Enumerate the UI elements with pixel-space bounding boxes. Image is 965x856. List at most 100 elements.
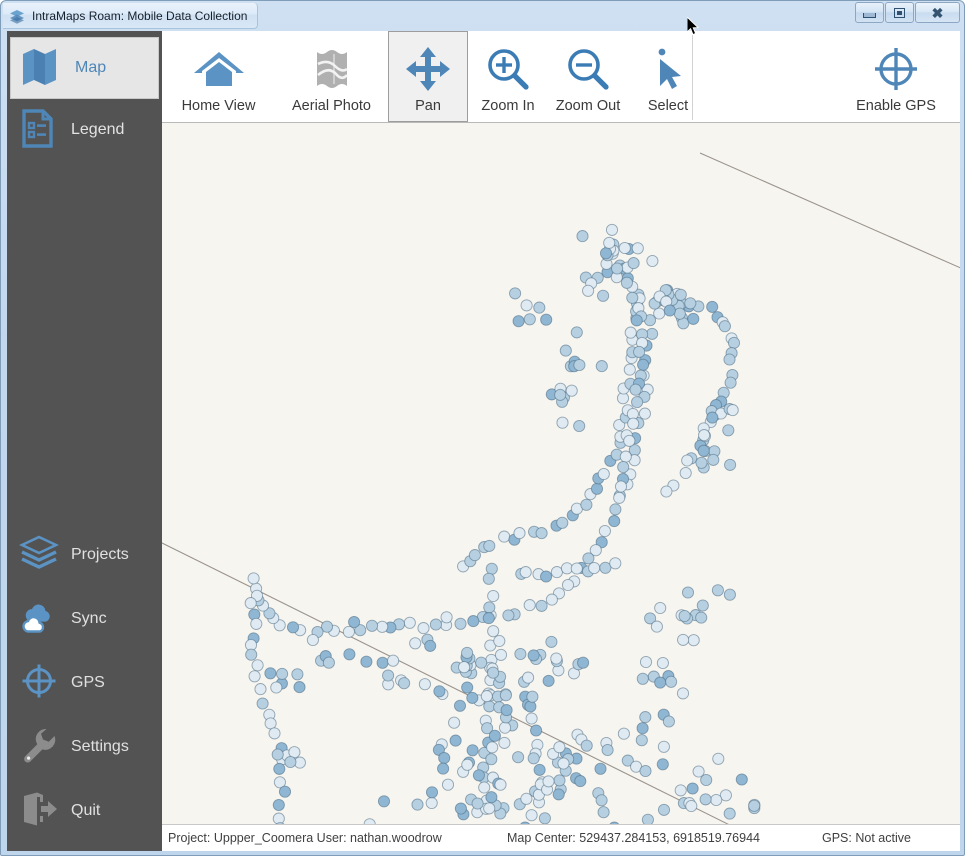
map-point (723, 353, 736, 366)
map-point (677, 633, 690, 646)
map-point (573, 419, 586, 433)
map-point (723, 807, 736, 820)
zoom-out-button[interactable]: Zoom Out (548, 31, 628, 122)
map-point (588, 561, 601, 575)
map-point (542, 674, 555, 687)
sidebar-item-gps[interactable]: GPS (7, 651, 162, 715)
map-point (735, 773, 748, 786)
map-point (614, 480, 628, 493)
home-view-button[interactable]: Home View (162, 31, 275, 122)
map-point (449, 734, 462, 747)
sidebar-item-quit[interactable]: Quit (7, 779, 162, 843)
map-point (377, 795, 391, 808)
map-point (629, 383, 642, 396)
map-point (711, 584, 724, 597)
map-point (519, 566, 532, 579)
map-point (619, 450, 632, 463)
map-point (535, 527, 548, 540)
toolbar-right-group: Enable GPS (840, 31, 952, 122)
map-render-surface (162, 123, 960, 851)
map-point (599, 247, 613, 260)
enable-gps-button[interactable]: Enable GPS (840, 31, 952, 122)
map-point (685, 799, 698, 813)
map-point (487, 589, 500, 603)
maximize-button[interactable] (885, 2, 914, 23)
sidebar-item-label: Sync (71, 610, 107, 627)
map-point (574, 775, 587, 788)
sidebar-item-legend[interactable]: Legend (7, 99, 162, 161)
map-point (597, 467, 610, 481)
map-point (684, 297, 697, 310)
map-point (244, 597, 257, 610)
map-point (433, 685, 446, 698)
aerial-photo-button[interactable]: Aerial Photo (275, 31, 388, 122)
map-point (687, 634, 700, 647)
map-point (268, 727, 281, 740)
map-point (590, 482, 604, 495)
map-point (723, 588, 736, 601)
zoom-in-button[interactable]: Zoom In (468, 31, 548, 122)
map-point (540, 570, 553, 583)
map-canvas[interactable] (162, 123, 960, 851)
map-point (471, 797, 484, 810)
map-point (376, 656, 389, 669)
maximize-icon (894, 7, 905, 18)
map-point (454, 617, 467, 630)
toolbar-item-label: Select (647, 98, 689, 114)
map-point (673, 307, 686, 320)
map-point (678, 609, 691, 623)
map-point (486, 741, 499, 754)
window-title: IntraMaps Roam: Mobile Data Collection (32, 8, 248, 23)
map-point (500, 704, 513, 717)
map-point (322, 656, 335, 669)
map-point (482, 572, 495, 585)
sidebar-item-map[interactable]: Map (10, 37, 159, 99)
map-point (498, 530, 511, 543)
pan-button[interactable]: Pan (388, 31, 468, 122)
map-point (284, 755, 297, 769)
sidebar-item-label: GPS (71, 674, 105, 691)
map-point (559, 344, 572, 357)
map-point (343, 648, 356, 661)
map-point (580, 739, 593, 752)
map-point (498, 721, 512, 734)
map-point (550, 652, 563, 665)
map-point (425, 786, 439, 799)
map-point (637, 358, 650, 371)
map-point (540, 313, 553, 326)
map-point (487, 666, 500, 679)
title-bar[interactable]: IntraMaps Roam: Mobile Data Collection ✖ (1, 1, 965, 30)
sidebar-item-projects[interactable]: Projects (7, 523, 162, 587)
map-point (707, 453, 720, 466)
status-map-center: Map Center: 529437.284153, 6918519.76944 (507, 831, 760, 845)
close-button[interactable]: ✖ (915, 2, 960, 23)
map-point (527, 649, 540, 662)
map-point (360, 655, 373, 668)
minimize-button[interactable] (855, 2, 884, 23)
map-point (710, 793, 723, 807)
map-point (674, 784, 687, 797)
map-point (429, 618, 442, 631)
map-point (638, 407, 651, 420)
map-point (627, 257, 640, 270)
map-point (570, 562, 583, 575)
map-point (654, 676, 667, 689)
minimize-icon (863, 12, 876, 18)
select-button[interactable]: Select (628, 31, 708, 122)
map-point (663, 304, 676, 317)
map-point (609, 503, 622, 516)
sidebar-top-group: Map Legend (7, 37, 162, 161)
map-point (251, 659, 264, 672)
map-point (657, 740, 670, 753)
map-point (448, 716, 461, 729)
sidebar-item-sync[interactable]: Sync (7, 587, 162, 651)
crosshair-icon (870, 44, 922, 94)
map-point (561, 578, 575, 592)
map-point (556, 516, 569, 529)
sidebar-item-settings[interactable]: Settings (7, 715, 162, 779)
map-point (387, 654, 400, 667)
map-point (696, 599, 709, 612)
map-point (557, 757, 570, 770)
map-point (626, 291, 639, 304)
toolbar-item-label: Zoom Out (555, 98, 621, 114)
